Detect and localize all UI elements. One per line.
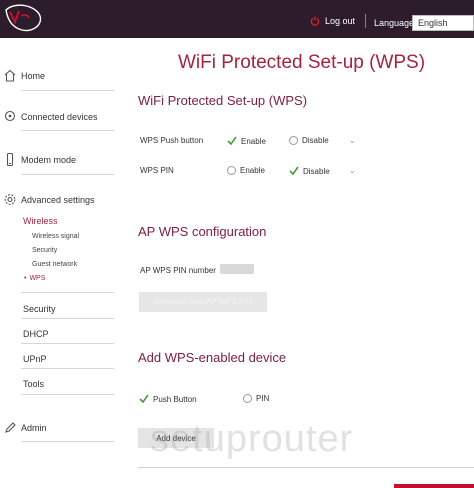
sidebar-item-wps[interactable]: • WPS (24, 275, 45, 282)
pencil-icon (5, 422, 16, 433)
sidebar-item-wireless-security[interactable]: Security (32, 247, 57, 254)
logout-label: Log out (325, 16, 356, 26)
sidebar-item-wireless[interactable]: Wireless (23, 216, 58, 226)
wps-push-button-label: WPS Push button (140, 136, 204, 145)
ap-wps-section-title: AP WPS configuration (138, 224, 267, 239)
checkmark-icon (139, 394, 149, 404)
page-title: WiFi Protected Set-up (WPS) (178, 52, 426, 73)
checkmark-icon (227, 136, 237, 146)
modem-icon (6, 153, 14, 167)
header-divider (365, 14, 366, 28)
ap-wps-pin-value (220, 264, 254, 274)
virgin-logo (5, 4, 42, 32)
home-icon (4, 69, 16, 82)
option-label: Enable (241, 136, 266, 146)
sidebar-item-connected-devices[interactable]: Connected devices (0, 110, 115, 124)
sidebar-item-dhcp[interactable]: DHCP (23, 329, 49, 339)
option-label: Enable (240, 166, 265, 175)
sidebar-item-tools[interactable]: Tools (23, 379, 44, 389)
wps-section-title: WiFi Protected Set-up (WPS) (138, 93, 308, 108)
generate-pin-button[interactable]: Generate new AP WPS PIN (139, 292, 267, 312)
pin-option[interactable]: PIN (243, 394, 269, 403)
option-label: Disable (302, 136, 329, 145)
radio-icon (243, 394, 252, 403)
sidebar-item-wireless-signal[interactable]: Wireless signal (32, 233, 79, 240)
sidebar-item-modem-mode[interactable]: Modem mode (0, 153, 115, 167)
divider (21, 368, 114, 369)
active-bullet: • (24, 275, 27, 282)
divider (21, 130, 114, 131)
sidebar-item-label: Modem mode (21, 155, 77, 165)
sidebar-item-label: Connected devices (21, 112, 98, 122)
language-label: Language (374, 18, 415, 28)
sidebar-item-admin[interactable]: Admin (0, 421, 115, 435)
add-device-section-title: Add WPS-enabled device (138, 350, 287, 365)
pin-enable-option[interactable]: Enable (227, 166, 265, 175)
gear-icon (4, 194, 16, 205)
option-label: PIN (256, 394, 270, 403)
sidebar-item-advanced-settings[interactable]: Advanced settings (0, 193, 115, 207)
sidebar-item-label: WPS (29, 275, 46, 282)
sidebar-item-security[interactable]: Security (23, 304, 56, 314)
divider (21, 90, 114, 91)
accent-bar (394, 484, 474, 488)
top-bar: Log out Language English (0, 0, 474, 38)
divider (21, 318, 114, 319)
logout-button[interactable]: Log out (310, 16, 355, 26)
divider (21, 174, 114, 175)
push-disable-option[interactable]: Disable (289, 136, 329, 145)
wps-pin-label: WPS PIN (140, 166, 174, 175)
add-device-label: Add device (156, 433, 196, 443)
sidebar-item-label: Admin (21, 423, 47, 433)
push-button-option[interactable]: Push Button (139, 394, 197, 404)
chevron-down-icon[interactable]: ⌄ (349, 166, 356, 175)
sidebar-item-label: Home (21, 71, 46, 81)
divider (21, 292, 114, 293)
sidebar-item-upnp[interactable]: UPnP (23, 354, 47, 364)
push-enable-option[interactable]: Enable (227, 136, 266, 146)
chevron-down-icon[interactable]: ⌄ (349, 136, 356, 145)
sidebar-item-label: Advanced settings (21, 195, 95, 205)
divider (21, 394, 114, 395)
sidebar-item-guest-network[interactable]: Guest network (32, 261, 77, 268)
radio-icon (289, 136, 298, 145)
divider (21, 343, 114, 344)
radio-icon (227, 166, 236, 175)
divider (138, 467, 474, 468)
option-label: Disable (303, 166, 330, 176)
sidebar: Home Connected devices Modem mode Advanc… (0, 38, 115, 488)
pin-disable-option[interactable]: Disable (289, 166, 330, 176)
option-label: Push Button (153, 394, 197, 404)
checkmark-icon (289, 166, 299, 176)
divider (21, 441, 114, 442)
language-select[interactable]: English (412, 15, 474, 31)
sidebar-item-home[interactable]: Home (0, 69, 115, 83)
ap-wps-pin-number-label: AP WPS PIN number (140, 266, 216, 275)
devices-icon (4, 110, 16, 122)
power-icon (310, 16, 320, 26)
add-device-button[interactable]: Add device (138, 428, 214, 448)
